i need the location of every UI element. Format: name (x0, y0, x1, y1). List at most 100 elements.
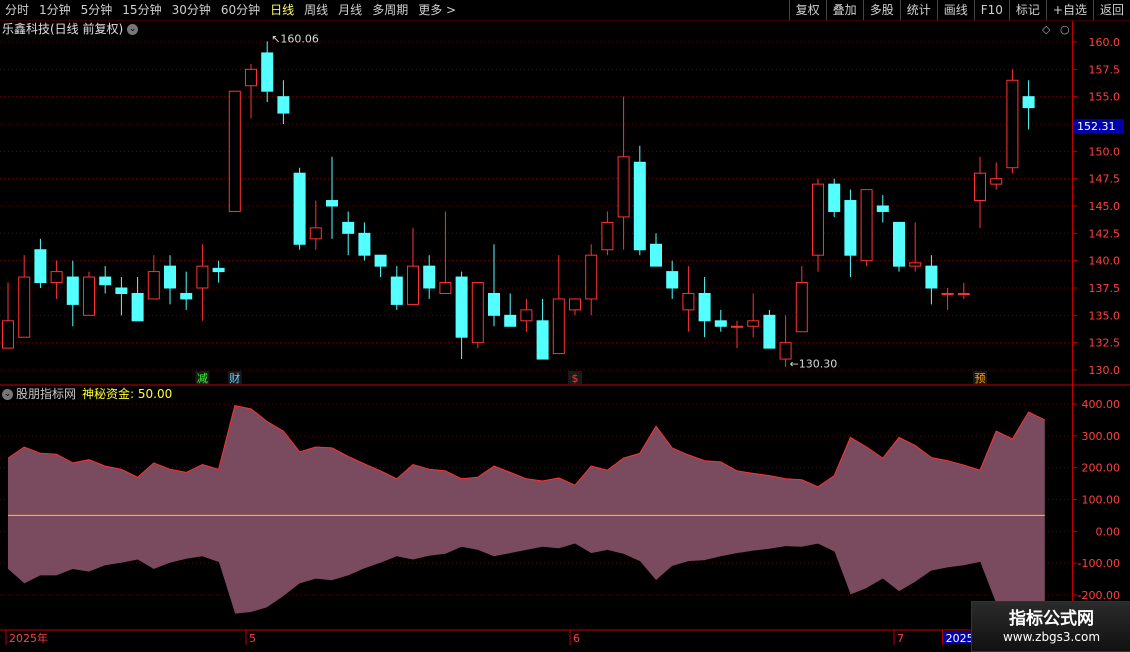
main-y-tick-label: 130.0 (1089, 364, 1121, 377)
candle (180, 271, 193, 310)
candle-body-up (957, 292, 970, 295)
main-y-tick-label: 142.5 (1089, 227, 1121, 240)
candle-body-down (358, 232, 371, 256)
candle-body-up (569, 298, 581, 311)
toolbar-button-0[interactable]: 复权 (788, 0, 826, 20)
candle-body-up (1006, 79, 1019, 169)
candle (795, 266, 808, 333)
candle-body-down (455, 276, 468, 338)
candle-body-up (941, 292, 954, 295)
period-tab-9[interactable]: 多周期 (367, 0, 413, 20)
indicator-title-bar: ⌄ 股朋指标网 神秘资金: 50.00 (2, 387, 172, 401)
diamond-icon[interactable]: ◇ (1042, 23, 1050, 36)
candle-body-down (1022, 96, 1035, 109)
candle (860, 189, 873, 267)
period-tab-6[interactable]: 日线 (265, 0, 299, 20)
candle-body-up (407, 265, 419, 305)
period-tab-4[interactable]: 30分钟 (167, 0, 216, 20)
candle-body-up (552, 298, 565, 355)
candle-body-down (342, 221, 355, 234)
period-tab-2[interactable]: 5分钟 (76, 0, 118, 20)
toolbar-button-7[interactable]: +自选 (1045, 0, 1093, 20)
candle (358, 222, 371, 261)
panel-icons: ◇ ○ (1042, 23, 1070, 36)
candle-body-up (747, 320, 760, 327)
indicator-fill (8, 405, 1045, 615)
candle-body-down (714, 320, 727, 327)
current-price-label: 152.31 (1077, 120, 1116, 133)
candle (34, 238, 47, 288)
candle-body-down (666, 271, 679, 289)
candle-body-down (650, 243, 662, 267)
indicator-y-tick-label: 0.00 (1096, 525, 1121, 538)
candle-body-up (682, 292, 695, 311)
chevron-down-icon[interactable]: ⌄ (2, 389, 13, 400)
indicator-y-tick-label: 400.00 (1082, 398, 1121, 411)
period-tab-5[interactable]: 60分钟 (216, 0, 265, 20)
candle (747, 293, 760, 338)
candle (617, 96, 630, 250)
candle-body-up (196, 265, 209, 289)
indicator-y-tick-label: 300.00 (1082, 430, 1121, 443)
candle (196, 244, 209, 321)
toolbar-button-2[interactable]: 多股 (862, 0, 900, 20)
period-tab-1[interactable]: 1分钟 (34, 0, 76, 20)
candle (342, 211, 355, 256)
toolbar-button-8[interactable]: 返回 (1092, 0, 1130, 20)
candle-body-up (974, 172, 986, 202)
x-tick-label: 2025年 (9, 631, 48, 645)
candle-body-up (2, 320, 14, 349)
candle-body-up (601, 221, 614, 251)
toolbar-button-5[interactable]: F10 (973, 0, 1009, 20)
event-marker: 预 (975, 372, 986, 385)
period-tab-8[interactable]: 月线 (333, 0, 367, 20)
circle-icon[interactable]: ○ (1060, 23, 1070, 36)
candle (585, 244, 598, 316)
candle-body-down (536, 320, 549, 360)
candle (893, 221, 905, 272)
candle (423, 255, 436, 299)
candle-body-down (212, 267, 225, 273)
candle-body-down (763, 314, 776, 349)
toolbar-button-1[interactable]: 叠加 (825, 0, 863, 20)
event-marker: 财 (229, 371, 240, 385)
candle (50, 260, 63, 299)
candle (1022, 80, 1035, 130)
period-tab-3[interactable]: 15分钟 (117, 0, 166, 20)
candle (763, 309, 776, 349)
candle (1006, 69, 1019, 174)
event-marker: 减 (197, 372, 208, 385)
candle-body-down (115, 287, 128, 294)
main-y-tick-label: 155.0 (1089, 91, 1121, 104)
main-grid (0, 41, 1072, 371)
candle-body-down (261, 52, 274, 92)
candle-body-down (131, 292, 144, 322)
candle (957, 282, 970, 299)
candle (261, 41, 274, 103)
toolbar-button-6[interactable]: 标记 (1008, 0, 1046, 20)
candle (309, 200, 322, 250)
candle (131, 277, 144, 322)
candle (536, 298, 549, 360)
main-y-tick-label: 145.0 (1089, 200, 1121, 213)
chevron-down-icon[interactable]: ⌄ (127, 24, 139, 35)
low-price-annotation: ←130.30 (790, 358, 838, 371)
toolbar-button-3[interactable]: 统计 (899, 0, 937, 20)
candle (909, 222, 922, 272)
candle (569, 298, 581, 316)
candle-body-down (180, 292, 193, 300)
candle-body-down (326, 200, 338, 207)
period-tab-7[interactable]: 周线 (299, 0, 333, 20)
main-y-tick-label: 157.5 (1089, 63, 1121, 76)
candle (504, 293, 517, 327)
candle-body-up (83, 276, 95, 316)
period-tab-0[interactable]: 分时 (0, 0, 34, 20)
candle (974, 156, 986, 228)
candle (844, 189, 857, 278)
period-tab-10[interactable]: 更多 > (413, 0, 461, 20)
candle-body-up (439, 282, 452, 294)
main-y-tick-label: 132.5 (1089, 337, 1121, 350)
period-tabs: 分时 1分钟 5分钟 15分钟 30分钟 60分钟 日线 周线 月线 多周期 更多 > (0, 0, 461, 20)
candle-body-down (844, 200, 857, 256)
toolbar-button-4[interactable]: 画线 (936, 0, 974, 20)
